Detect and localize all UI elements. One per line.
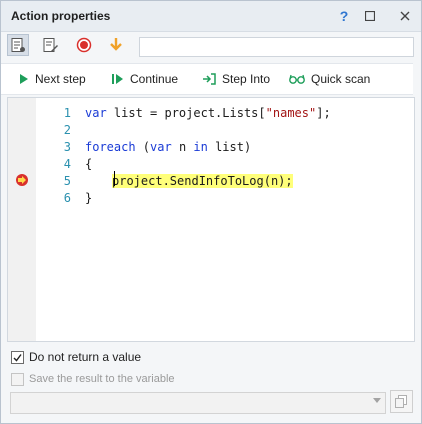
variable-select [10, 392, 386, 414]
code-line-6[interactable]: } [85, 191, 92, 205]
code-line-5[interactable]: project.SendInfoToLog(n); [112, 174, 293, 188]
step-into-label: Step Into [222, 72, 271, 86]
quick-scan-button[interactable]: Quick scan [289, 71, 370, 87]
breakpoint-icon[interactable] [15, 173, 29, 187]
continue-label: Continue [130, 72, 179, 86]
next-step-button[interactable]: Next step [19, 71, 86, 87]
close-button[interactable] [396, 7, 414, 25]
chevron-down-icon [373, 398, 381, 403]
continue-icon [112, 74, 123, 84]
help-button[interactable]: ? [335, 7, 353, 25]
line-number: 5 [63, 174, 71, 188]
edit-code-icon [43, 38, 58, 52]
line-number: 6 [63, 191, 71, 205]
no-return-checkbox[interactable] [11, 350, 24, 364]
edit-code-button[interactable] [39, 34, 61, 56]
text-caret [114, 171, 115, 186]
line-number: 4 [63, 157, 71, 171]
step-into-button[interactable]: Step Into [202, 71, 270, 87]
copy-icon [395, 395, 407, 408]
line-number: 2 [63, 123, 71, 137]
line-number: 1 [63, 106, 71, 120]
checkmark-icon [13, 353, 22, 362]
code-view-button[interactable] [7, 34, 29, 56]
editor-gutter[interactable] [8, 98, 36, 341]
no-return-option[interactable]: Do not return a value [11, 349, 141, 365]
maximize-icon [365, 11, 375, 21]
save-result-checkbox [11, 372, 24, 386]
code-line-3[interactable]: foreach (var n in list) [85, 140, 251, 154]
record-button[interactable] [73, 34, 95, 56]
continue-button[interactable]: Continue [112, 71, 178, 87]
code-line-1[interactable]: var list = project.Lists["names"]; [85, 106, 331, 120]
maximize-button[interactable] [361, 7, 379, 25]
next-step-label: Next step [35, 72, 86, 86]
record-icon [76, 37, 92, 53]
action-properties-window: Action properties ? Next step Continue S… [0, 0, 422, 424]
step-into-icon [203, 73, 216, 85]
window-title: Action properties [11, 9, 111, 23]
line-number: 3 [63, 140, 71, 154]
code-line-4[interactable]: { [85, 157, 92, 171]
title-bar: Action properties ? [1, 1, 421, 32]
copy-variable-button [390, 390, 413, 413]
save-result-option: Save the result to the variable [11, 371, 175, 387]
debug-toolbar: Next step Continue Step Into Quick scan [1, 63, 413, 95]
quick-scan-label: Quick scan [311, 72, 371, 86]
highlighted-statement: project.SendInfoToLog(n); [112, 174, 293, 188]
close-icon [400, 11, 410, 21]
code-editor[interactable]: 1 2 3 4 5 6 var list = project.Lists["na… [7, 97, 415, 342]
glasses-icon [289, 74, 305, 84]
top-toolbar [1, 32, 421, 60]
play-icon [20, 74, 28, 84]
top-input-field[interactable] [139, 37, 414, 57]
download-button[interactable] [105, 34, 127, 56]
code-view-icon [11, 38, 25, 52]
download-arrow-icon [110, 38, 122, 51]
save-result-label: Save the result to the variable [29, 373, 175, 385]
no-return-label: Do not return a value [29, 350, 142, 364]
